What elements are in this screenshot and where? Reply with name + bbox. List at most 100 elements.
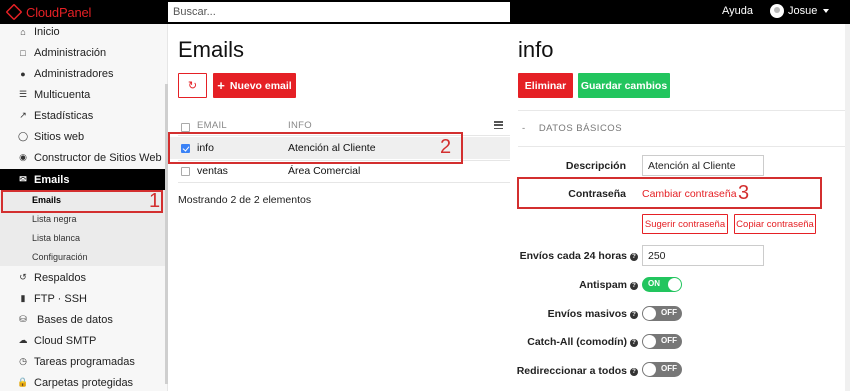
cloudpanel-logo-icon bbox=[5, 3, 23, 21]
annotation-box-3 bbox=[517, 177, 822, 209]
sidebar-item-administradores[interactable]: ● Administradores bbox=[0, 63, 165, 84]
sidebar-item-cloud-smtp[interactable]: ☁ Cloud SMTP bbox=[0, 330, 165, 351]
annotation-number-3: 3 bbox=[738, 182, 750, 204]
detail-title: info bbox=[518, 37, 554, 62]
section-header-basic-data[interactable]: - DATOS BÁSICOS bbox=[522, 123, 622, 134]
sidebar-item-multicuenta[interactable]: ☰ Multicuenta bbox=[0, 84, 165, 105]
sidebar-item-sitios-web[interactable]: ◯ Sitios web bbox=[0, 126, 165, 147]
redirect-all-label-text: Redireccionar a todos bbox=[516, 365, 627, 377]
annotation-number-1: 1 bbox=[149, 190, 161, 212]
globe-icon: ◯ bbox=[17, 131, 29, 141]
user-name: Josue bbox=[788, 5, 818, 17]
copy-password-button[interactable]: Copiar contraseña bbox=[734, 214, 816, 234]
sidebar-item-label: Sitios web bbox=[34, 130, 85, 143]
pagination-summary: Mostrando 2 de 2 elementos bbox=[178, 194, 312, 206]
sidebar-item-tareas[interactable]: ◷ Tareas programadas bbox=[0, 351, 165, 372]
envelope-icon: ✉ bbox=[19, 174, 27, 184]
panel-scrollbar[interactable] bbox=[845, 24, 850, 391]
toggle-knob bbox=[643, 335, 656, 348]
sidebar-item-label: Inicio bbox=[34, 25, 60, 38]
search-input[interactable] bbox=[168, 2, 510, 22]
sidebar-item-carpetas[interactable]: 🔒 Carpetas protegidas bbox=[0, 372, 165, 391]
brand-name: CloudPanel bbox=[26, 4, 92, 20]
sidebar-item-respaldos[interactable]: ↺ Respaldos bbox=[0, 267, 165, 288]
section-title: DATOS BÁSICOS bbox=[538, 123, 623, 134]
sidebar-subitem-label: Lista negra bbox=[32, 213, 77, 224]
help-icon[interactable]: ? bbox=[630, 311, 638, 319]
sidebar-scrollbar[interactable] bbox=[165, 84, 168, 384]
file-icon: □ bbox=[20, 47, 26, 58]
row-info: Área Comercial bbox=[288, 165, 361, 177]
mass-sending-toggle[interactable]: OFF bbox=[642, 306, 682, 321]
sends-label-text: Envíos cada 24 horas bbox=[519, 250, 627, 262]
annotation-box-1 bbox=[1, 190, 163, 213]
toggle-knob bbox=[643, 307, 656, 320]
column-menu-icon[interactable] bbox=[494, 121, 503, 129]
antispam-label-text: Antispam bbox=[579, 279, 627, 291]
suggest-password-button[interactable]: Sugerir contraseña bbox=[642, 214, 728, 234]
collapse-dash-icon: - bbox=[522, 123, 526, 134]
help-link[interactable]: Ayuda bbox=[722, 5, 753, 17]
refresh-button[interactable]: ↻ bbox=[178, 73, 207, 98]
toggle-state: OFF bbox=[661, 308, 677, 317]
save-changes-button[interactable]: Guardar cambios bbox=[578, 73, 670, 98]
help-icon[interactable]: ? bbox=[630, 339, 638, 347]
user-menu[interactable]: Josue bbox=[770, 4, 830, 18]
column-header-info[interactable]: INFO bbox=[288, 120, 312, 131]
column-header-email[interactable]: EMAIL bbox=[197, 120, 227, 131]
catch-all-label: Catch-All (comodín)? bbox=[527, 336, 638, 348]
delete-button[interactable]: Eliminar bbox=[518, 73, 573, 98]
list-icon: ☰ bbox=[18, 89, 28, 99]
chevron-down-icon bbox=[823, 9, 830, 13]
sidebar-item-administracion[interactable]: □ Administración bbox=[0, 42, 165, 63]
home-icon: ⌂ bbox=[20, 26, 26, 37]
description-field[interactable] bbox=[642, 155, 764, 176]
annotation-box-2 bbox=[168, 132, 463, 164]
page-title: Emails bbox=[178, 37, 245, 62]
new-email-label: Nuevo email bbox=[229, 79, 292, 92]
folder-icon: ▮ bbox=[20, 293, 26, 303]
logo[interactable]: CloudPanel bbox=[5, 3, 92, 21]
catch-all-label-text: Catch-All (comodín) bbox=[527, 336, 627, 348]
toggle-state: ON bbox=[648, 279, 660, 288]
row-checkbox[interactable] bbox=[181, 167, 190, 176]
help-icon[interactable]: ? bbox=[630, 282, 638, 290]
row-email: ventas bbox=[197, 165, 228, 177]
catch-all-toggle[interactable]: OFF bbox=[642, 334, 682, 349]
sidebar-item-inicio[interactable]: ⌂ Inicio bbox=[0, 21, 165, 42]
antispam-toggle[interactable]: ON bbox=[642, 277, 682, 292]
avatar-icon bbox=[770, 4, 784, 18]
sidebar-item-emails[interactable]: ✉ Emails bbox=[0, 169, 165, 190]
sidebar-subitem-label: Lista blanca bbox=[32, 232, 81, 243]
row-divider bbox=[178, 182, 510, 183]
sidebar-item-constructor[interactable]: ◉ Constructor de Sitios Web bbox=[0, 147, 165, 168]
toggle-state: OFF bbox=[661, 364, 677, 373]
help-icon[interactable]: ? bbox=[630, 253, 638, 261]
history-icon: ↺ bbox=[19, 272, 27, 282]
antispam-label: Antispam? bbox=[579, 279, 638, 291]
annotation-number-2: 2 bbox=[440, 136, 452, 158]
refresh-icon: ↻ bbox=[187, 80, 198, 92]
sidebar-item-estadisticas[interactable]: ↗ Estadísticas bbox=[0, 105, 165, 126]
sends-per-day-field[interactable] bbox=[642, 245, 764, 266]
sidebar-item-ftp-ssh[interactable]: ▮ FTP · SSH bbox=[0, 288, 165, 309]
chart-icon: ↗ bbox=[19, 110, 27, 120]
mass-sending-label: Envíos masivos? bbox=[548, 308, 638, 320]
section-divider bbox=[518, 146, 850, 147]
sidebar-item-label: Cloud SMTP bbox=[34, 334, 97, 347]
sidebar-item-bases-de-datos[interactable]: ⛁ Bases de datos bbox=[0, 309, 165, 330]
lock-icon: 🔒 bbox=[17, 377, 29, 387]
help-icon[interactable]: ? bbox=[630, 368, 638, 376]
toggle-knob bbox=[668, 278, 681, 291]
sidebar-item-label: Carpetas protegidas bbox=[34, 376, 134, 389]
sidebar-subitem-label: Configuración bbox=[32, 251, 88, 262]
new-email-button[interactable]: + Nuevo email bbox=[213, 73, 296, 98]
database-icon: ⛁ bbox=[19, 314, 27, 324]
redirect-all-toggle[interactable]: OFF bbox=[642, 362, 682, 377]
sidebar-item-label: Respaldos bbox=[34, 271, 86, 284]
sidebar-subitem-configuracion[interactable]: Configuración bbox=[0, 247, 165, 266]
cloud-icon: ☁ bbox=[18, 335, 28, 345]
sidebar-item-label: Multicuenta bbox=[34, 88, 91, 101]
sidebar-subitem-lista-blanca[interactable]: Lista blanca bbox=[0, 228, 165, 247]
select-all-checkbox[interactable] bbox=[181, 123, 190, 132]
